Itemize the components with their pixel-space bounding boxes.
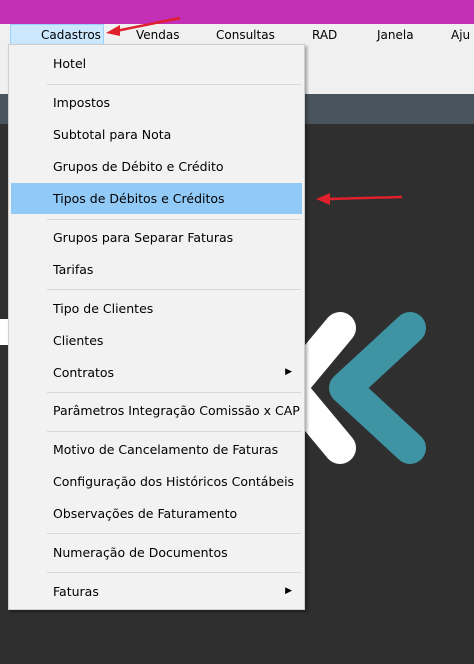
menu-item-configuracao-historicos[interactable]: Configuração dos Históricos Contábeis: [11, 466, 302, 497]
menu-item-contratos-label: Contratos: [53, 365, 115, 380]
chevron-right-icon: ▶: [285, 367, 292, 377]
menu-item-impostos[interactable]: Impostos: [11, 87, 302, 118]
menu-janela[interactable]: Janela: [377, 24, 414, 46]
menu-item-parametros-integracao[interactable]: Parâmetros Integração Comissão x CAP: [11, 395, 302, 426]
window-title-bar: [0, 0, 474, 24]
menu-item-clientes[interactable]: Clientes: [11, 325, 302, 356]
menu-item-hotel[interactable]: Hotel: [11, 48, 302, 79]
menu-item-grupos-debito-credito[interactable]: Grupos de Débito e Crédito: [11, 151, 302, 182]
logo-teal-chevron: [329, 312, 426, 464]
menu-separator: [47, 431, 301, 432]
menu-item-tipos-debitos-creditos[interactable]: Tipos de Débitos e Créditos: [11, 183, 302, 214]
menu-item-contratos[interactable]: Contratos ▶: [11, 357, 302, 388]
menu-separator: [47, 289, 301, 290]
menu-ajuda[interactable]: Aju: [451, 24, 470, 46]
menu-cadastros[interactable]: Cadastros: [10, 24, 104, 46]
menu-consultas[interactable]: Consultas: [216, 24, 275, 46]
menu-item-subtotal-para-nota[interactable]: Subtotal para Nota: [11, 119, 302, 150]
menu-separator: [47, 392, 301, 393]
menu-separator: [47, 219, 301, 220]
menu-rad[interactable]: RAD: [312, 24, 337, 46]
menu-item-grupos-separar-faturas[interactable]: Grupos para Separar Faturas: [11, 222, 302, 253]
menu-separator: [47, 533, 301, 534]
menu-item-observacoes-faturamento[interactable]: Observações de Faturamento: [11, 498, 302, 529]
menu-item-motivo-cancelamento[interactable]: Motivo de Cancelamento de Faturas: [11, 434, 302, 465]
menu-item-numeracao-documentos[interactable]: Numeração de Documentos: [11, 537, 302, 568]
menu-item-tipo-de-clientes[interactable]: Tipo de Clientes: [11, 293, 302, 324]
chevron-right-icon: ▶: [285, 586, 292, 596]
menu-separator: [47, 84, 301, 85]
menu-separator: [47, 572, 301, 573]
menu-item-faturas[interactable]: Faturas ▶: [11, 576, 302, 607]
cadastros-dropdown-menu: Hotel Impostos Subtotal para Nota Grupos…: [8, 44, 305, 610]
menu-vendas[interactable]: Vendas: [136, 24, 180, 46]
menu-item-tarifas[interactable]: Tarifas: [11, 254, 302, 285]
menu-item-faturas-label: Faturas: [53, 584, 99, 599]
